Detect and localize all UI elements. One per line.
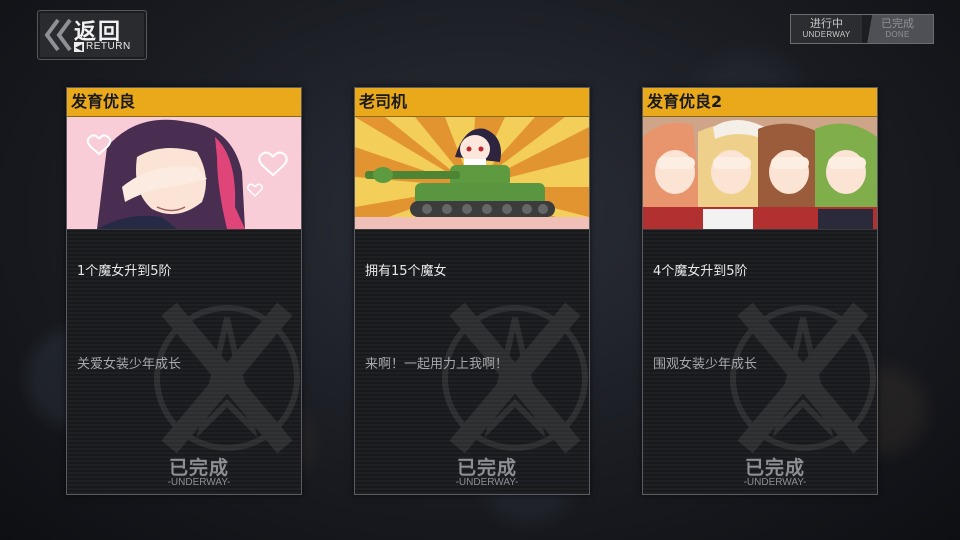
card-illustration-girl-on-tank — [355, 117, 589, 230]
card-status: 已完成 -UNDERWAY- — [355, 453, 589, 488]
tab-underway[interactable]: 进行中 UNDERWAY — [791, 15, 862, 43]
compass-emblem-icon — [442, 302, 588, 454]
card-status: 已完成 -UNDERWAY- — [643, 453, 877, 488]
tab-done[interactable]: 已完成 DONE — [862, 15, 933, 43]
card-quote: 围观女装少年成长 — [653, 357, 758, 372]
card-status-label: 已完成 — [168, 457, 229, 479]
card-status-label: 已完成 — [456, 457, 517, 479]
achievement-card[interactable]: 发育优良 1个魔女升到5阶 关爱女装少年成长 已完成 -UNDERWAY- — [66, 87, 302, 495]
tab-underway-label: 进行中 — [810, 17, 843, 30]
back-button[interactable]: 返回 ◀ RETURN — [37, 10, 147, 60]
compass-emblem-icon — [154, 302, 300, 454]
status-toggle: 进行中 UNDERWAY 已完成 DONE — [790, 14, 934, 44]
achievement-card[interactable]: 老司机 拥有15个魔女 来啊！一起用力上我啊！ 已完成 -UNDERWAY- — [354, 87, 590, 495]
tab-underway-sublabel: UNDERWAY — [802, 30, 851, 39]
card-status-sublabel: -UNDERWAY- — [455, 477, 519, 488]
card-title: 发育优良 — [67, 88, 301, 117]
card-status: 已完成 -UNDERWAY- — [67, 453, 301, 488]
card-illustration-girl-covering-eyes — [67, 117, 301, 230]
tab-done-sublabel: DONE — [885, 30, 910, 39]
play-left-icon: ◀ — [74, 42, 84, 52]
card-quote: 关爱女装少年成长 — [77, 357, 182, 372]
card-title: 老司机 — [355, 88, 589, 117]
double-chevron-left-icon — [44, 18, 72, 52]
card-title: 发育优良2 — [643, 88, 877, 117]
compass-emblem-icon — [730, 302, 876, 454]
card-description: 4个魔女升到5阶 — [653, 264, 748, 279]
card-illustration-four-girls — [643, 117, 877, 230]
card-quote: 来啊！一起用力上我啊！ — [365, 357, 509, 372]
back-sublabel: ◀ RETURN — [74, 41, 131, 52]
card-status-sublabel: -UNDERWAY- — [743, 477, 807, 488]
achievement-card[interactable]: 发育优良2 4个魔女升到5阶 围观女装少年成长 已完成 -UNDERWAY- — [642, 87, 878, 495]
card-description: 拥有15个魔女 — [365, 264, 447, 279]
card-status-sublabel: -UNDERWAY- — [167, 477, 231, 488]
tab-done-label: 已完成 — [881, 17, 914, 30]
card-description: 1个魔女升到5阶 — [77, 264, 172, 279]
card-status-label: 已完成 — [744, 457, 805, 479]
